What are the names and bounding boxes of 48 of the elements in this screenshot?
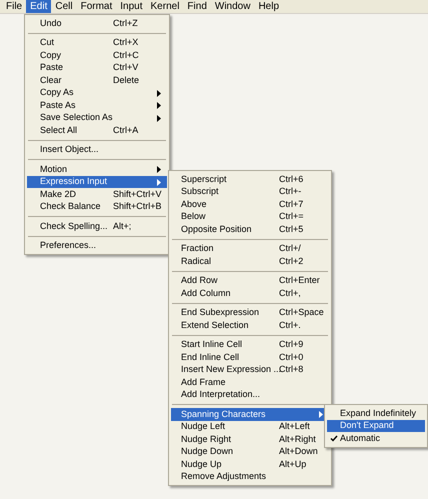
menu-bar-item[interactable]: Edit [26, 0, 52, 13]
menu-bar-item[interactable]: Format [76, 0, 116, 13]
menu-item[interactable]: Nudge Up Alt+Up [171, 458, 329, 470]
menu-item[interactable]: Add Frame [171, 376, 329, 388]
menu-item[interactable]: Select All Ctrl+A [27, 124, 167, 136]
menu-bar-item[interactable]: Cell [51, 0, 77, 13]
menu-bar-item[interactable]: Find [183, 0, 211, 13]
menu-item[interactable]: Automatic [327, 432, 425, 444]
menu-bar-item[interactable]: Help [254, 0, 284, 13]
menu-item[interactable]: Copy As [27, 86, 167, 99]
menu-item[interactable]: End Subexpression Ctrl+Space [171, 306, 329, 319]
menu-item[interactable]: Paste Ctrl+V [27, 62, 167, 74]
menu-bar-item[interactable]: File [2, 0, 26, 13]
menu-item[interactable]: Motion [27, 163, 167, 176]
menu-item[interactable]: Nudge Down Alt+Down [171, 446, 329, 458]
menu-item[interactable]: Expand Indefinitely [327, 407, 425, 420]
menu-item[interactable]: Clear Delete [27, 74, 167, 86]
menu-item[interactable]: Below Ctrl+= [171, 210, 329, 223]
menu-item[interactable]: Subscript Ctrl+- [171, 186, 329, 198]
menu-item[interactable]: Preferences... [27, 240, 167, 252]
menu-item[interactable]: Expression Input [27, 176, 167, 188]
menu-item[interactable]: Above Ctrl+7 [171, 198, 329, 210]
menu-item[interactable]: Radical Ctrl+2 [171, 255, 329, 268]
menu-item[interactable]: Undo Ctrl+Z [27, 17, 167, 30]
menu-item[interactable]: Insert Object... [27, 144, 167, 156]
menu-item[interactable]: Cut Ctrl+X [27, 36, 167, 49]
menu-item[interactable]: Extend Selection Ctrl+. [171, 319, 329, 332]
menu-item[interactable]: Check Spelling... Alt+; [27, 220, 167, 232]
submenu-arrow-icon [319, 411, 323, 418]
menu-item[interactable]: Add Row Ctrl+Enter [171, 274, 329, 287]
menu-item[interactable]: Add Interpretation... [171, 388, 329, 401]
menu-item[interactable]: Save Selection As [27, 112, 167, 124]
menu-bar-item[interactable]: Input [116, 0, 147, 13]
menu-item[interactable]: Don't Expand [327, 420, 425, 432]
menu-bar-item[interactable]: Kernel [146, 0, 184, 13]
menu-item[interactable]: Copy Ctrl+C [27, 49, 167, 62]
menu-bar-item[interactable]: Window [210, 0, 254, 13]
menu-item[interactable]: Insert New Expression ...Ctrl+8 [171, 364, 329, 376]
menu-item[interactable]: Fraction Ctrl+/ [171, 242, 329, 255]
menu-item[interactable]: Opposite Position Ctrl+5 [171, 223, 329, 236]
menu-item[interactable]: Superscript Ctrl+6 [171, 173, 329, 186]
menu-item[interactable]: Remove Adjustments [171, 470, 329, 483]
menu-item[interactable]: Start Inline Cell Ctrl+9 [171, 338, 329, 351]
menu-item[interactable]: Check Balance Shift+Ctrl+B [27, 200, 167, 213]
menu-item[interactable]: Paste As [27, 99, 167, 112]
menu-item[interactable]: Add Column Ctrl+, [171, 287, 329, 300]
menu-item[interactable]: End Inline Cell Ctrl+0 [171, 351, 329, 364]
menu-item[interactable]: Make 2D Shift+Ctrl+V [27, 188, 167, 200]
